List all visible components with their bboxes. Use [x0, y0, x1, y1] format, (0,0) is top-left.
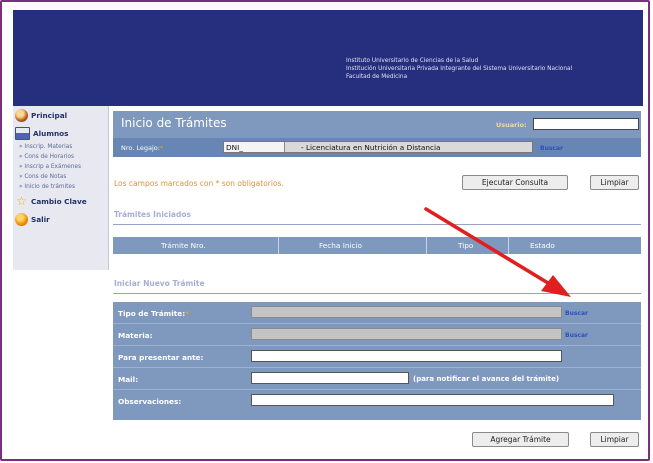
materia-field[interactable]: [251, 328, 562, 340]
limpiar-button-2[interactable]: Limpiar: [590, 432, 639, 447]
observaciones-input[interactable]: [251, 394, 614, 406]
tipo-tramite-label: Tipo de Trámite:*: [118, 309, 189, 318]
nuevo-tramite-form: Tipo de Trámite:* Buscar Materia: Buscar…: [113, 302, 641, 420]
observaciones-row: Observaciones:: [113, 390, 641, 420]
presentar-label: Para presentar ante:: [118, 353, 204, 362]
institution-line: Instituto Universitario de Ciencias de l…: [346, 58, 479, 64]
nav-principal-label: Principal: [31, 110, 68, 120]
nav-cambio-clave-label: Cambio Clave: [31, 196, 87, 206]
col-tramite-nro: Trámite Nro.: [161, 241, 206, 250]
sidebar-item-inscrip-examenes[interactable]: » Inscrip a Exámenes: [13, 162, 108, 172]
buscar-materia-link[interactable]: Buscar: [565, 332, 588, 339]
tipo-tramite-field[interactable]: [251, 306, 562, 318]
carrera-value: - Licenciatura en Nutrición a Distancia: [301, 142, 441, 152]
usuario-label: Usuario:: [496, 121, 527, 129]
institution-line: Facultad de Medicina: [346, 74, 408, 80]
buscar-tipo-link[interactable]: Buscar: [565, 310, 588, 317]
col-tipo: Tipo: [458, 241, 474, 250]
exit-icon: [15, 212, 28, 226]
nav-alumnos-label: Alumnos: [33, 128, 69, 138]
sidebar-item-inicio-tramites[interactable]: » Inicio de trámites: [13, 182, 108, 192]
divider: [113, 224, 641, 225]
nav-cambio-clave[interactable]: ☆ Cambio Clave: [13, 192, 108, 210]
tipo-tramite-row: Tipo de Trámite:* Buscar: [113, 302, 641, 324]
star-icon: ☆: [16, 194, 27, 208]
sidebar: Principal Alumnos » Inscrip. Materias » …: [13, 106, 109, 270]
col-separator: [426, 237, 427, 254]
nav-principal[interactable]: Principal: [13, 106, 108, 124]
site-header: Instituto Universitario de Ciencias de l…: [13, 10, 643, 106]
presentar-input[interactable]: [251, 350, 562, 362]
agregar-tramite-button[interactable]: Agregar Trámite: [472, 432, 569, 447]
iniciar-nuevo-title: Iniciar Nuevo Trámite: [114, 279, 205, 288]
nav-alumnos[interactable]: Alumnos: [13, 124, 108, 142]
home-icon: [15, 108, 28, 122]
sidebar-item-inscrip-materias[interactable]: » Inscrip. Materias: [13, 142, 108, 152]
usuario-input[interactable]: [533, 118, 639, 130]
sidebar-item-cons-horarios[interactable]: » Cons de Horarios: [13, 152, 108, 162]
required-asterisk: *: [185, 309, 189, 318]
mail-input[interactable]: [251, 372, 409, 384]
materia-label: Materia:: [118, 331, 153, 340]
page-title: Inicio de Trámites: [121, 116, 227, 130]
legajo-label: Nro. Legajo:*: [121, 144, 163, 152]
mail-note: (para notificar el avance del trámite): [413, 375, 560, 383]
sidebar-item-cons-notas[interactable]: » Cons de Notas: [13, 172, 108, 182]
observaciones-label: Observaciones:: [118, 397, 182, 406]
mail-label: Mail:: [118, 375, 139, 384]
nav-salir-label: Salir: [31, 214, 50, 224]
limpiar-button[interactable]: Limpiar: [590, 175, 639, 190]
legajo-row: Nro. Legajo:* DNI_ - Licenciatura en Nut…: [113, 138, 641, 157]
col-separator: [278, 237, 279, 254]
legajo-select[interactable]: DNI_ - Licenciatura en Nutrición a Dista…: [223, 141, 533, 153]
title-panel: Inicio de Trámites Usuario: Nro. Legajo:…: [113, 111, 641, 157]
legajo-label-text: Nro. Legajo:: [121, 144, 160, 152]
dni-value: DNI_: [224, 142, 285, 152]
buscar-legajo-link[interactable]: Buscar: [540, 145, 563, 152]
tramites-iniciados-title: Trámites Iniciados: [114, 210, 191, 219]
institution-line: Institución Universitaria Privada Integr…: [346, 66, 573, 72]
materia-row: Materia: Buscar: [113, 324, 641, 346]
col-fecha-inicio: Fecha Inicio: [319, 241, 363, 250]
ejecutar-consulta-button[interactable]: Ejecutar Consulta: [462, 175, 568, 190]
presentar-row: Para presentar ante:: [113, 346, 641, 368]
tramites-table-header: Trámite Nro. Fecha Inicio Tipo Estado: [113, 237, 641, 254]
calendar-icon: [15, 126, 30, 140]
required-asterisk: *: [159, 144, 164, 152]
col-estado: Estado: [530, 241, 555, 250]
nav-salir[interactable]: Salir: [13, 210, 108, 228]
divider: [113, 293, 641, 294]
col-separator: [508, 237, 509, 254]
mail-row: Mail: (para notificar el avance del trám…: [113, 368, 641, 390]
required-note: Los campos marcados con * son obligatori…: [114, 179, 284, 188]
tipo-tramite-label-text: Tipo de Trámite:: [118, 309, 186, 318]
institution-info: Instituto Universitario de Ciencias de l…: [346, 57, 572, 81]
